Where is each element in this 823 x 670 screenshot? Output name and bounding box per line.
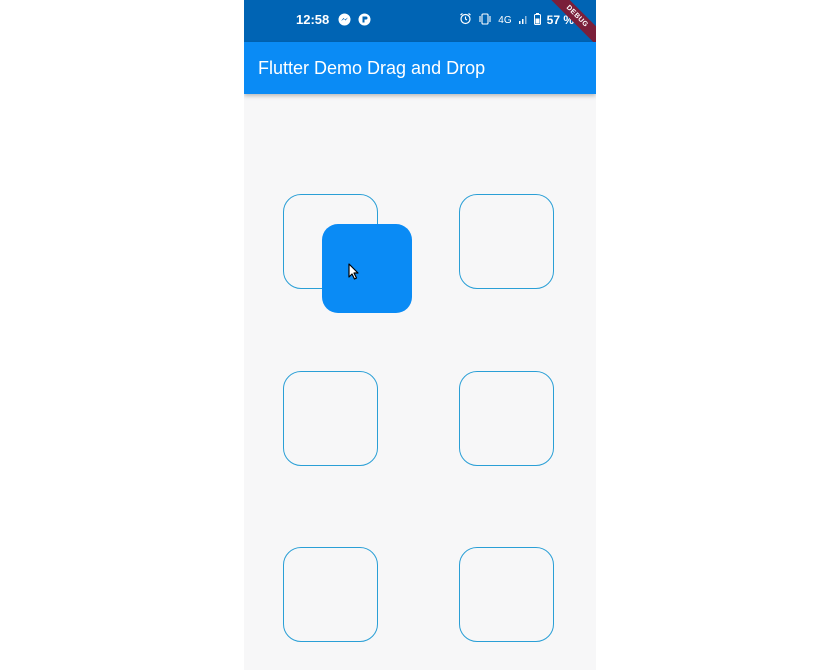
messenger-icon [338,13,351,26]
battery-icon [533,12,541,28]
app-title: Flutter Demo Drag and Drop [258,58,486,78]
drop-target-6[interactable] [459,547,554,642]
drop-target-3[interactable] [283,371,378,466]
drop-target-5[interactable] [283,547,378,642]
vibrate-icon [478,12,492,28]
status-right-icons: 4G 57 % [459,11,574,29]
draggable-box[interactable] [322,224,412,313]
alarm-icon [459,12,472,28]
network-type: 4G [498,14,512,26]
status-time: 12:58 [296,12,330,27]
drop-target-4[interactable] [459,371,554,466]
phone-screen: 12:58 4G 57 % DEBUG Flutter Demo Drag an… [244,0,596,670]
status-bar: 12:58 4G 57 % DEBUG [244,0,596,51]
signal-icon [518,14,528,27]
app-notification-icon [358,13,371,26]
mouse-cursor-icon [348,263,360,280]
drop-target-2[interactable] [459,194,554,289]
app-bar: Flutter Demo Drag and Drop [244,42,596,94]
